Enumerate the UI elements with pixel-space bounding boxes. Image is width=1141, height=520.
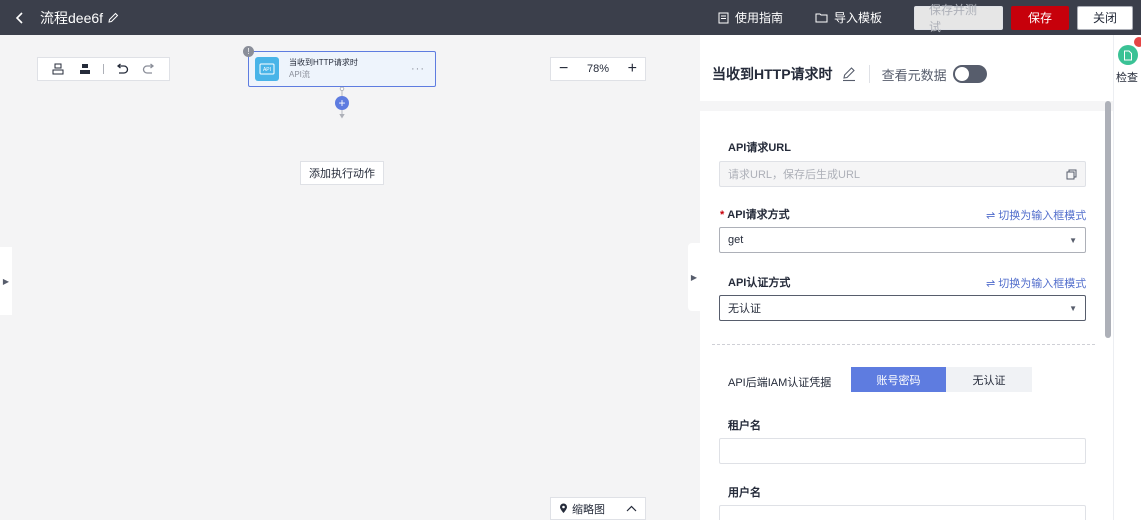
swap-icon: ⇌ — [986, 277, 996, 290]
guide-link-label: 使用指南 — [734, 11, 783, 25]
copy-icon[interactable] — [1066, 169, 1077, 180]
auth-switch-mode-link[interactable]: ⇌ 切换为输入框模式 — [986, 275, 1086, 291]
check-label[interactable]: 检查 — [1116, 69, 1138, 85]
topbar-actions: 使用指南 导入模板 保存并测试 保存 关闭 — [718, 0, 1141, 35]
auth-select[interactable]: 无认证 ▼ — [719, 295, 1086, 321]
tenant-input[interactable] — [719, 438, 1086, 464]
node-text: 当收到HTTP请求时 API流 — [289, 57, 358, 81]
caret-down-icon: ▼ — [1069, 303, 1077, 313]
panel-spacer — [700, 101, 1113, 111]
panel-scrollbar[interactable] — [1105, 101, 1111, 338]
add-step-plus-icon[interactable]: + — [335, 96, 349, 110]
undo-icon[interactable] — [113, 60, 131, 78]
save-button[interactable]: 保存 — [1011, 5, 1069, 30]
method-value: get — [728, 234, 744, 246]
tenant-label: 租户名 — [728, 420, 761, 432]
zoom-out-button[interactable]: − — [559, 61, 568, 77]
close-button[interactable]: 关闭 — [1077, 5, 1133, 30]
toolbar-divider — [102, 64, 104, 74]
location-pin-icon — [560, 503, 567, 513]
header-divider — [868, 65, 870, 83]
caret-right-icon: ▶ — [690, 272, 698, 282]
zoom-in-button[interactable]: + — [628, 61, 637, 77]
redo-icon[interactable] — [140, 60, 158, 78]
section-divider — [712, 344, 1095, 345]
guide-link[interactable]: 使用指南 — [718, 9, 783, 26]
properties-panel: 当收到HTTP请求时 查看元数据 API请求URL 请求URL，保存后生成URL… — [700, 35, 1113, 520]
minimap-label: 缩略图 — [572, 503, 605, 516]
add-action-button[interactable]: 添加执行动作 — [300, 161, 384, 185]
required-marker: * — [720, 209, 725, 221]
check-icon[interactable] — [1118, 45, 1138, 65]
method-switch-mode-link[interactable]: ⇌ 切换为输入框模式 — [986, 207, 1086, 223]
pencil-icon[interactable] — [841, 66, 857, 82]
node-subtitle: API流 — [289, 70, 310, 79]
method-switch-label: 切换为输入框模式 — [998, 210, 1087, 222]
info-badge-icon: ! — [243, 46, 254, 57]
right-rail: 检查 — [1113, 35, 1141, 520]
notification-dot — [1134, 37, 1141, 47]
import-template-link[interactable]: 导入模板 — [815, 9, 882, 26]
folder-icon — [815, 13, 828, 23]
svg-text:API: API — [263, 67, 271, 73]
user-label: 用户名 — [728, 487, 761, 499]
url-placeholder: 请求URL，保存后生成URL — [728, 169, 861, 181]
iam-option-password[interactable]: 账号密码 — [851, 367, 946, 392]
url-label: API请求URL — [728, 142, 791, 154]
method-label: * API请求方式 — [720, 206, 790, 222]
pencil-icon[interactable] — [107, 12, 119, 24]
panel-header: 当收到HTTP请求时 查看元数据 — [712, 63, 987, 85]
caret-right-icon: ▶ — [2, 276, 10, 286]
flow-title: 流程dee6f — [40, 8, 119, 28]
canvas-toolbar — [37, 57, 170, 81]
chevron-left-icon — [15, 11, 23, 24]
more-icon[interactable]: ··· — [411, 63, 425, 75]
iam-option-none[interactable]: 无认证 — [946, 367, 1032, 392]
method-label-text: API请求方式 — [727, 209, 790, 221]
align-icon[interactable] — [49, 60, 67, 78]
chevron-up-icon — [626, 505, 637, 512]
iam-label: API后端IAM认证凭据 — [728, 377, 832, 389]
layout-icon[interactable] — [76, 60, 94, 78]
import-template-label: 导入模板 — [833, 11, 882, 25]
document-icon — [718, 12, 729, 23]
auth-value: 无认证 — [728, 303, 761, 315]
back-button[interactable] — [6, 0, 34, 35]
swap-icon: ⇌ — [986, 209, 996, 222]
left-panel-expand-handle[interactable]: ▶ — [0, 247, 12, 315]
view-metadata-label: 查看元数据 — [881, 67, 947, 83]
auth-switch-label: 切换为输入框模式 — [998, 278, 1087, 290]
api-icon: API — [255, 57, 279, 81]
top-bar: 流程dee6f 使用指南 导入模板 保存并测试 保存 关闭 — [0, 0, 1141, 35]
node-title: 当收到HTTP请求时 — [289, 58, 358, 67]
url-input[interactable]: 请求URL，保存后生成URL — [719, 161, 1086, 187]
auth-label: API认证方式 — [728, 277, 791, 289]
view-metadata-toggle[interactable] — [952, 65, 987, 83]
zoom-control: − 78% + — [550, 57, 646, 81]
zoom-level: 78% — [586, 63, 610, 75]
minimap-toggle[interactable]: 缩略图 — [550, 497, 646, 520]
panel-title: 当收到HTTP请求时 — [712, 66, 833, 82]
caret-down-icon: ▼ — [1069, 235, 1077, 245]
right-panel-collapse-handle[interactable]: ▶ — [688, 243, 700, 311]
method-select[interactable]: get ▼ — [719, 227, 1086, 253]
save-and-test-button[interactable]: 保存并测试 — [914, 3, 1003, 34]
trigger-node[interactable]: ! API 当收到HTTP请求时 API流 ··· — [243, 46, 436, 87]
iam-segmented-control: 账号密码 无认证 — [851, 367, 1032, 392]
flow-title-text: 流程dee6f — [40, 9, 104, 26]
user-input[interactable] — [719, 505, 1086, 520]
flow-canvas[interactable]: ! API 当收到HTTP请求时 API流 ··· + 添加执行动作 − 78%… — [0, 35, 700, 520]
